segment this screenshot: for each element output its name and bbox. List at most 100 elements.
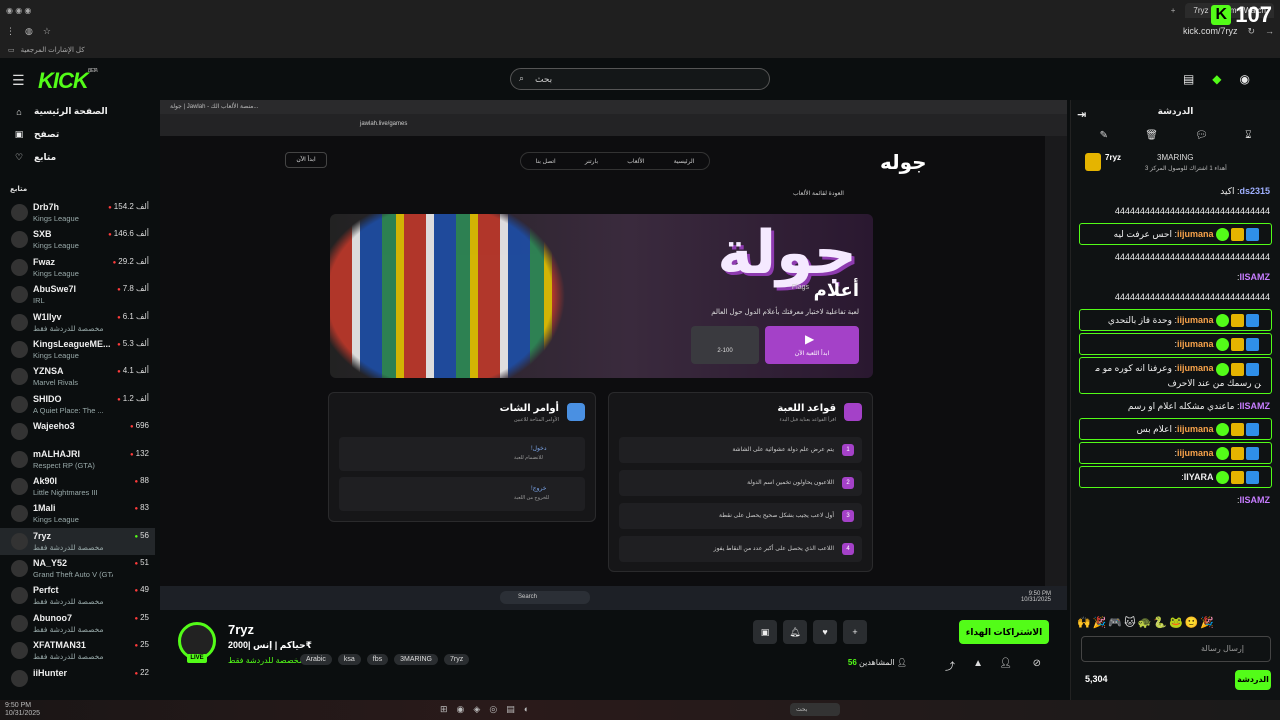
sidebar-channel-perfct[interactable]: Perfctمخصصة للدردشة فقط 49 <box>0 582 155 609</box>
hamburger-menu-icon[interactable]: ☰ <box>12 72 25 89</box>
edge-app-icon[interactable]: ◐ <box>524 704 529 715</box>
channel-game: Grand Theft Auto V (GTA) <box>33 570 113 580</box>
rule-text: اللاعبون يحاولون تخمين اسم الدولة <box>747 480 834 486</box>
search-input[interactable]: ⌕ بحث <box>510 68 770 90</box>
menu-dots-icon[interactable]: ⋮ <box>6 26 15 37</box>
sidebar-channel-abuswe7l[interactable]: AbuSwe7lIRL 7.8 ألف <box>0 281 155 308</box>
tag[interactable]: 3MARING <box>394 654 438 665</box>
inbox-icon[interactable]: ▤ <box>1183 72 1194 86</box>
command-name: !خروج <box>531 486 547 492</box>
bookmarks-label[interactable]: كل الإشارات المرجعية <box>21 46 85 54</box>
badge-icon <box>1246 422 1259 436</box>
kick-logo[interactable]: KICKBETA <box>38 68 98 94</box>
channel-game: Kings League <box>33 350 79 360</box>
user-icon[interactable]: 👤︎ <box>999 658 1012 669</box>
chat-send-button[interactable]: الدردشة <box>1235 670 1271 690</box>
sidebar-channel-wajeeho3[interactable]: Wajeeho3 696 <box>0 418 155 445</box>
sidebar-channel-xfatman31[interactable]: XFATMAN31مخصصة للدردشة فقط 25 <box>0 637 155 664</box>
star-icon[interactable]: ☆ <box>43 26 51 37</box>
commands-subtitle: الأوامر المتاحة للاعبين <box>513 417 559 423</box>
chat-username[interactable]: iijumana <box>1177 424 1214 434</box>
sidebar-channel-drb7h[interactable]: Drb7h Kings League 154.2 ألف <box>0 199 155 226</box>
tag[interactable]: ksa <box>337 654 361 665</box>
chat-username[interactable]: iijumana <box>1177 315 1214 325</box>
chat-message: iijumana: اعلام بس <box>1079 417 1272 440</box>
home-icon: ⌂ <box>16 106 22 117</box>
kick-k-icon[interactable]: ◆ <box>1212 72 1221 86</box>
chat-username[interactable]: iijumana <box>1177 339 1214 349</box>
trash-icon[interactable]: 🗑︎ <box>1145 130 1158 141</box>
discord-app-icon[interactable]: ◈ <box>473 704 480 715</box>
streamer-name[interactable]: 7ryz <box>228 622 254 637</box>
sidebar-channel-shido[interactable]: SHIDOA Quiet Place: The ... 1.2 ألف <box>0 391 155 418</box>
sidebar-channel-na-y52[interactable]: NA_Y52Grand Theft Auto V (GTA) 51 <box>0 555 155 582</box>
channel-name: mALHAJRI <box>33 448 81 459</box>
notification-bell-icon[interactable]: 🔔︎ <box>783 620 807 644</box>
stream-category[interactable]: مخصصة للدردشة فقط <box>228 656 303 665</box>
avatar[interactable]: ◉ <box>1240 72 1250 86</box>
start-icon[interactable]: ⊞ <box>440 704 448 715</box>
sidebar-channel-sxb[interactable]: SXBKings League 146.6 ألف <box>0 226 155 253</box>
channel-avatar <box>11 560 28 578</box>
sidebar-channel-fwaz[interactable]: FwazKings League 29.2 ألف <box>0 254 155 281</box>
chat-username[interactable]: IISAMZ <box>1240 495 1271 505</box>
chat-username[interactable]: IIYARA <box>1184 472 1214 482</box>
follow-heart-icon[interactable]: ♥ <box>813 620 837 644</box>
sidebar-channel-abunoo7[interactable]: Abunoo7مخصصة للدردشة فقط 25 <box>0 610 155 637</box>
hide-icon[interactable]: ⊘ <box>1033 658 1041 669</box>
xbox-app-icon[interactable]: ◎ <box>489 704 497 715</box>
chat-bubble-icon[interactable]: 💬︎ <box>1195 130 1208 141</box>
channel-avatar <box>11 313 28 331</box>
chat-username[interactable]: iijumana <box>1177 448 1214 458</box>
folder-icon: ▭ <box>8 47 15 54</box>
share-icon[interactable]: ⤴ <box>945 658 955 673</box>
sidebar-channel-yznsa[interactable]: YZNSAMarvel Rivals 4.1 ألف <box>0 363 155 390</box>
clip-button[interactable]: ▣ <box>753 620 777 644</box>
gift-subs-button[interactable]: الاشتراكات الهداء <box>959 620 1049 644</box>
chat-username[interactable]: IISAMZ <box>1240 272 1271 282</box>
chat-username[interactable]: iijumana <box>1177 363 1214 373</box>
sidebar-channel-malhajri[interactable]: mALHAJRIRespect RP (GTA) 132 <box>0 446 155 473</box>
sidebar-channel-ak90i[interactable]: Ak90ILittle Nightmares III 88 <box>0 473 155 500</box>
chat-username[interactable]: IISAMZ <box>1240 401 1271 411</box>
kick-overlay-counter: K 107 <box>1211 2 1272 28</box>
nav-browse[interactable]: تصفح ▣ <box>0 123 155 146</box>
collapse-chat-icon[interactable]: ⇥ <box>1077 104 1086 126</box>
channel-viewers: 7.8 ألف <box>117 284 149 293</box>
tag[interactable]: 7ryz <box>444 654 470 665</box>
sidebar-channel-w1llyv[interactable]: W1llyvمخصصة للدردشة فقط 6.1 ألف <box>0 309 155 336</box>
nav-following[interactable]: متابع ♡ <box>0 146 155 169</box>
channel-game: مخصصة للدردشة فقط <box>33 652 104 662</box>
window-controls-icon[interactable]: ◉ ◉ ◉ <box>6 6 31 15</box>
channel-viewers: 4.1 ألف <box>117 366 149 375</box>
sidebar-channel-1mali[interactable]: 1MaliKings League 83 <box>0 500 155 527</box>
channel-name: NA_Y52 <box>33 558 68 569</box>
extension-icon[interactable]: ◍ <box>25 26 33 37</box>
chat-username[interactable]: iijumana <box>1177 229 1214 239</box>
channel-name: SXB <box>33 229 52 240</box>
folder-app-icon[interactable]: ▤ <box>506 704 515 715</box>
badge-icon <box>1246 470 1259 484</box>
report-icon[interactable]: ▲ <box>973 658 983 669</box>
rule-item: 1 يتم عرض علم دولة عشوائية على الشاشة <box>619 437 862 463</box>
os-search[interactable]: بحث <box>790 703 840 716</box>
sidebar-channel-iihunter[interactable]: iiHunter 22 <box>0 665 155 692</box>
emote-bar[interactable]: 🙌🎉🎮🐱🐢🐍🐸🙂🎉 <box>1077 616 1216 629</box>
add-icon[interactable]: + <box>843 620 867 644</box>
crown-icon <box>1231 228 1244 242</box>
video-player[interactable]: جولة | Jawlah - منصة الألعاب الك... jawl… <box>160 100 1067 610</box>
sidebar-channel-7ryz[interactable]: 7ryzمخصصة للدردشة فقط 56 <box>0 527 155 556</box>
channel-points[interactable]: 5,304 <box>1085 674 1108 684</box>
chat-username[interactable]: ds2315 <box>1239 186 1270 196</box>
sidebar-channel-kingsleagueme-[interactable]: KingsLeagueME...Kings League 5.3 ألف <box>0 336 155 363</box>
chat-input[interactable]: إرسال رسالة <box>1081 636 1271 662</box>
browser-app-icon[interactable]: ◉ <box>457 704 465 715</box>
pin-icon[interactable]: ✎ <box>1100 130 1108 141</box>
nav-home[interactable]: الصفحة الرئيسية ⌂ <box>0 100 155 123</box>
hourglass-icon[interactable]: ⌛︎ <box>1245 130 1251 141</box>
channel-game: مخصصة للدردشة فقط <box>33 323 104 333</box>
os-taskbar: 9:50 PM 10/31/2025 ⊞ ◉ ◈ ◎ ▤ ◐ بحث <box>0 700 1280 720</box>
new-tab-icon[interactable]: + <box>1171 6 1176 15</box>
tag[interactable]: Arabic <box>300 654 332 665</box>
tag[interactable]: fbs <box>366 654 389 665</box>
